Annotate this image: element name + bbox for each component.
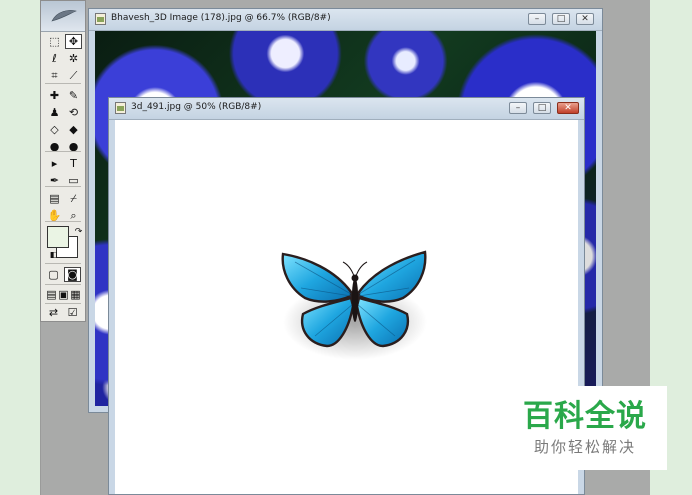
notes-tool-icon[interactable]: ▤: [46, 191, 63, 206]
toolbox-divider: [45, 221, 81, 222]
eyedropper-tool-icon[interactable]: ⌿: [65, 191, 82, 206]
document-title: Bhavesh_3D Image (178).jpg @ 66.7% (RGB/…: [111, 13, 331, 23]
magic-wand-tool-icon[interactable]: ✲: [65, 51, 82, 66]
minimize-button[interactable]: –: [509, 102, 527, 114]
full-screen-mode-icon[interactable]: ▦: [67, 287, 84, 302]
image-document-icon: [95, 13, 106, 25]
quick-mask-mode-icon[interactable]: ◙: [64, 267, 81, 282]
healing-brush-tool-icon[interactable]: ✚: [46, 88, 63, 103]
lasso-tool-icon[interactable]: ℓ: [46, 51, 63, 66]
swap-colors-icon[interactable]: ↷: [70, 225, 87, 240]
toolbox-header[interactable]: [41, 1, 85, 32]
minimize-button[interactable]: –: [528, 13, 546, 25]
crop-tool-icon[interactable]: ⌗: [46, 68, 63, 83]
toolbox-divider: [45, 303, 81, 304]
marquee-tool-icon[interactable]: ⬚: [46, 34, 63, 49]
feather-logo-icon: [51, 10, 77, 22]
document-titlebar[interactable]: 3d_491.jpg @ 50% (RGB/8#) – □ ✕: [109, 98, 584, 120]
watermark-subtitle: 助你轻松解决: [533, 438, 636, 456]
slice-tool-icon[interactable]: ⟋: [65, 68, 82, 83]
toolbox-divider: [45, 151, 81, 152]
baike-watermark: 百科全说 助你轻松解决: [503, 386, 667, 470]
document-titlebar[interactable]: Bhavesh_3D Image (178).jpg @ 66.7% (RGB/…: [89, 9, 602, 31]
history-brush-tool-icon[interactable]: ⟲: [65, 105, 82, 120]
toolbox-divider: [45, 83, 81, 84]
foreground-color-swatch[interactable]: [47, 226, 69, 248]
maximize-button[interactable]: □: [533, 102, 551, 114]
type-tool-icon[interactable]: T: [65, 156, 82, 171]
jump-to-icon[interactable]: ☑: [64, 305, 81, 320]
close-button[interactable]: ✕: [557, 102, 579, 114]
toolbox-panel: ⬚ ✥ ℓ ✲ ⌗ ⟋ ✚ ✎ ♟ ⟲ ◇ ◆ ● ● ▸ T ✒ ▭ ▤ ⌿ ✋ ⌕ ↷ ◧ ▢ ◙ ▤ ▣ ▦ ⇄ ☑: [40, 0, 86, 322]
document-title: 3d_491.jpg @ 50% (RGB/8#): [131, 102, 262, 112]
maximize-button[interactable]: □: [552, 13, 570, 25]
watermark-title: 百科全说: [523, 399, 647, 434]
toolbox-divider: [45, 263, 81, 264]
butterfly-icon: [281, 250, 427, 360]
brush-tool-icon[interactable]: ✎: [65, 88, 82, 103]
close-button[interactable]: ✕: [576, 13, 594, 25]
paint-bucket-tool-icon[interactable]: ◆: [65, 122, 82, 137]
image-ready-icon[interactable]: ⇄: [45, 305, 62, 320]
move-tool-icon[interactable]: ✥: [65, 34, 82, 49]
default-colors-icon[interactable]: ◧: [45, 247, 62, 262]
path-select-tool-icon[interactable]: ▸: [46, 156, 63, 171]
clone-stamp-tool-icon[interactable]: ♟: [46, 105, 63, 120]
butterfly-image: [275, 240, 435, 360]
image-document-icon: [115, 102, 126, 114]
eraser-tool-icon[interactable]: ◇: [46, 122, 63, 137]
toolbox-divider: [45, 186, 81, 187]
toolbox-divider: [45, 284, 81, 285]
standard-mode-icon[interactable]: ▢: [45, 267, 62, 282]
